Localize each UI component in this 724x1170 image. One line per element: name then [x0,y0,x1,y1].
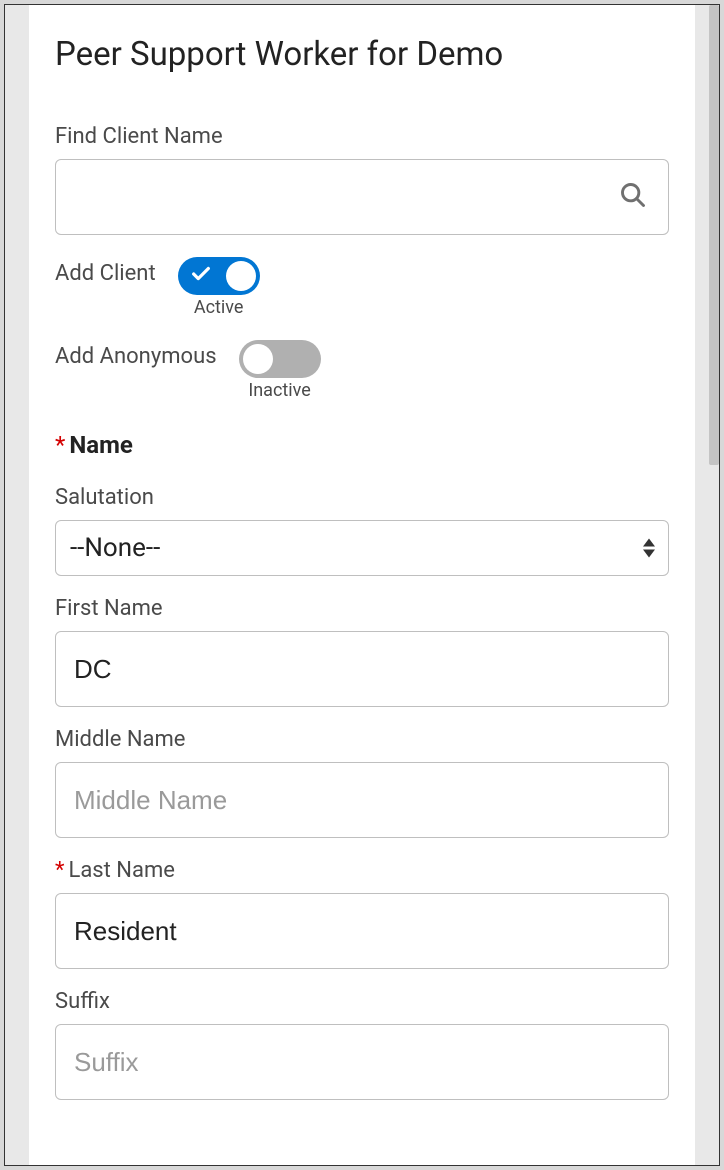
first-name-input[interactable] [55,631,669,707]
middle-name-field: Middle Name [55,727,669,838]
add-client-status: Active [194,297,244,318]
search-icon[interactable] [619,181,647,213]
find-client-label: Find Client Name [55,124,669,149]
salutation-label: Salutation [55,485,669,510]
add-anonymous-toggle[interactable] [239,340,321,378]
salutation-select[interactable]: --None-- [55,520,669,576]
add-client-toggle[interactable] [178,257,260,295]
salutation-value: --None-- [70,533,160,563]
first-name-field: First Name [55,596,669,707]
last-name-field: Last Name [55,858,669,969]
salutation-select-wrap: --None-- [55,520,669,576]
add-client-toggle-col: Active [178,257,260,318]
form-panel: Peer Support Worker for Demo Find Client… [29,5,695,1165]
suffix-field: Suffix [55,989,669,1100]
scrollbar[interactable] [709,5,719,465]
outer-frame: Peer Support Worker for Demo Find Client… [4,4,720,1166]
add-anonymous-row: Add Anonymous Inactive [55,340,669,401]
add-client-label: Add Client [55,257,156,286]
suffix-label: Suffix [55,989,669,1014]
toggle-knob [243,344,273,374]
salutation-field: Salutation --None-- [55,485,669,576]
add-anonymous-toggle-col: Inactive [239,340,321,401]
add-client-row: Add Client Active [55,257,669,318]
last-name-input[interactable] [55,893,669,969]
name-section-label: Name [55,431,669,459]
find-client-input[interactable] [55,159,669,235]
last-name-label: Last Name [55,858,669,883]
first-name-label: First Name [55,596,669,621]
add-anonymous-status: Inactive [248,380,310,401]
find-client-field [55,159,669,235]
toggle-knob [226,261,256,291]
add-anonymous-label: Add Anonymous [55,340,217,369]
check-icon [190,263,212,289]
suffix-input[interactable] [55,1024,669,1100]
middle-name-input[interactable] [55,762,669,838]
page-title: Peer Support Worker for Demo [55,35,669,74]
middle-name-label: Middle Name [55,727,669,752]
